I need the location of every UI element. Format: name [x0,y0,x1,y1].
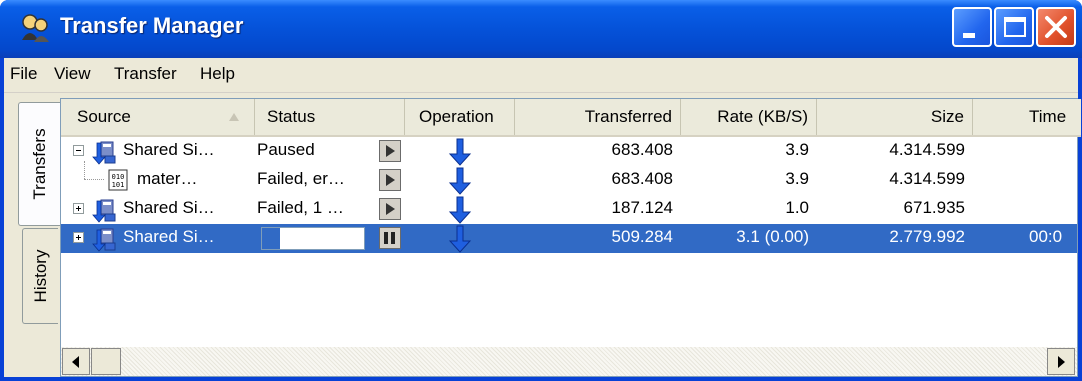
column-header-transferred-label: Transferred [584,107,672,126]
minimize-button[interactable] [952,7,992,47]
row-source: mater… [137,169,198,188]
row-rate: 3.9 [785,169,809,188]
play-icon [386,174,395,186]
play-icon [386,203,395,215]
menu-help[interactable]: Help [200,64,235,84]
shared-site-icon [92,141,116,165]
maximize-button[interactable] [994,7,1034,47]
scroll-right-button[interactable] [1047,348,1075,375]
svg-text:010: 010 [112,173,125,181]
sort-ascending-icon [229,113,239,121]
row-source: Shared Si… [123,198,215,217]
transfer-manager-window: Transfer Manager File View Transfer Help… [0,0,1082,381]
arrow-right-icon [1058,356,1065,368]
column-header-source-label: Source [77,107,131,126]
table-row[interactable]: 010 101 mater… Failed, er… 683.408 3.9 4… [61,166,1077,195]
file-icon: 010 101 [108,169,128,191]
column-header-status[interactable]: Status [255,99,405,135]
column-header-rate[interactable]: Rate (KB/S) [681,99,817,135]
resume-button[interactable] [379,198,401,220]
progress-percent: 18% [295,229,331,248]
minimize-icon [963,33,975,38]
tab-transfers[interactable]: Transfers [18,102,60,226]
resume-button[interactable] [379,140,401,162]
arrow-left-icon [72,356,79,368]
row-source: Shared Si… [123,227,215,246]
expand-icon[interactable] [73,232,84,243]
row-transferred: 509.284 [611,227,673,246]
tab-history-label: History [30,249,50,303]
download-arrow-icon [448,138,472,166]
vertical-tab-strip: Transfers History [4,98,60,377]
column-header-size[interactable]: Size [817,99,973,135]
maximize-icon [1004,17,1026,37]
column-header-transferred[interactable]: Transferred [515,99,681,135]
title-bar[interactable]: Transfer Manager [0,0,1082,58]
scrollbar-thumb[interactable] [91,348,121,375]
download-arrow-icon [448,225,472,253]
menu-transfer[interactable]: Transfer [114,64,177,84]
row-transferred: 683.408 [611,140,673,159]
column-header-rate-label: Rate (KB/S) [717,107,808,126]
download-arrow-icon [448,196,472,224]
row-transferred: 683.408 [611,169,673,188]
collapse-icon[interactable] [73,145,84,156]
transfer-progress-bar: 18% [261,227,365,250]
row-size: 4.314.599 [889,140,965,159]
scroll-left-button[interactable] [62,348,90,375]
column-header-time[interactable]: Time [973,99,1081,135]
row-status: Failed, er… [257,169,345,188]
svg-text:101: 101 [112,181,125,189]
column-header-operation[interactable]: Operation [405,99,515,135]
expand-icon[interactable] [73,203,84,214]
row-rate: 1.0 [785,198,809,217]
shared-site-icon [92,228,116,252]
window-title: Transfer Manager [60,13,244,38]
tab-history[interactable]: History [22,228,58,324]
table-row-selected[interactable]: Shared Si… 18% 509.284 3.1 (0.00) 2.779.… [61,224,1077,253]
row-size: 671.935 [903,198,965,217]
row-rate: 3.1 (0.00) [736,227,809,246]
app-icon [22,14,49,42]
table-row[interactable]: Shared Si… Failed, 1 … 187.124 1.0 671.9… [61,195,1077,224]
play-icon [386,145,395,157]
table-row[interactable]: Shared Si… Paused 683.408 3.9 4.314.599 [61,137,1077,166]
menu-view[interactable]: View [54,64,91,84]
row-status: Paused [257,140,315,159]
column-header-row: Source Status Operation Transferred Rate… [61,99,1081,137]
column-header-time-label: Time [1029,107,1067,126]
window-client-area: File View Transfer Help Transfers Histor… [4,58,1081,377]
row-status: Failed, 1 … [257,198,344,217]
column-header-status-label: Status [267,107,316,126]
tab-transfers-label: Transfers [29,128,49,200]
shared-site-icon [92,199,116,223]
column-header-size-label: Size [930,107,964,126]
close-button[interactable] [1036,7,1076,47]
resume-button[interactable] [379,169,401,191]
row-rate: 3.9 [785,140,809,159]
menu-file[interactable]: File [10,64,37,84]
row-size: 2.779.992 [889,227,965,246]
transfer-list: Source Status Operation Transferred Rate… [60,98,1081,377]
pause-icon [384,232,396,244]
pause-button[interactable] [379,227,401,249]
horizontal-scrollbar[interactable] [61,347,1077,376]
row-size: 4.314.599 [889,169,965,188]
column-header-operation-label: Operation [419,107,494,126]
column-header-source[interactable]: Source [61,99,255,135]
close-icon [1045,16,1067,38]
scrollbar-track[interactable] [61,347,1077,376]
row-transferred: 187.124 [611,198,673,217]
download-arrow-icon [448,167,472,195]
row-source: Shared Si… [123,140,215,159]
menu-bar: File View Transfer Help [4,58,1078,93]
row-time: 00:0 [1029,227,1063,246]
